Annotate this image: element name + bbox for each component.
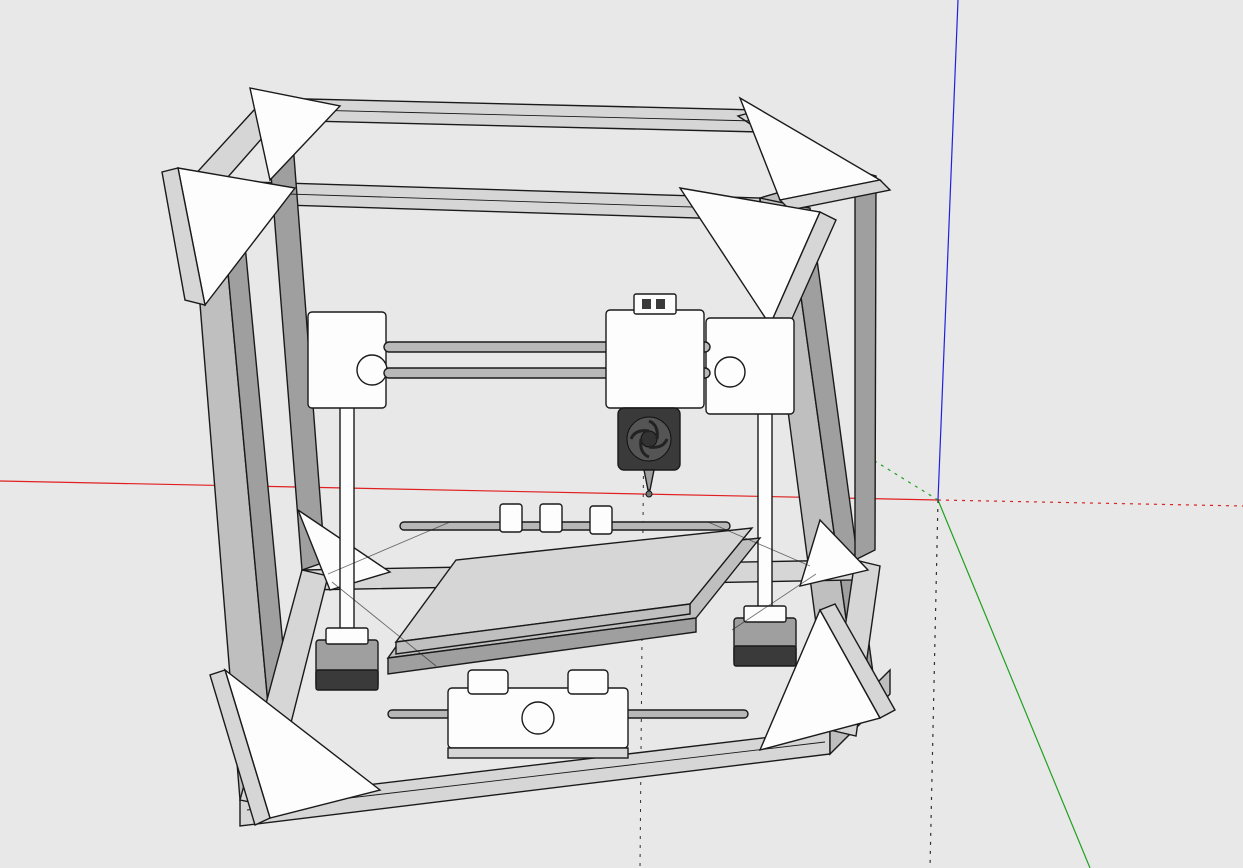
model-viewport[interactable] xyxy=(0,0,1243,868)
part-cooling-fan xyxy=(618,408,680,470)
bed-carriage xyxy=(448,670,628,758)
model-3d-printer[interactable] xyxy=(120,70,940,830)
x-gantry xyxy=(308,312,794,414)
build-plate xyxy=(388,528,760,674)
hotend-carriage xyxy=(606,294,704,497)
